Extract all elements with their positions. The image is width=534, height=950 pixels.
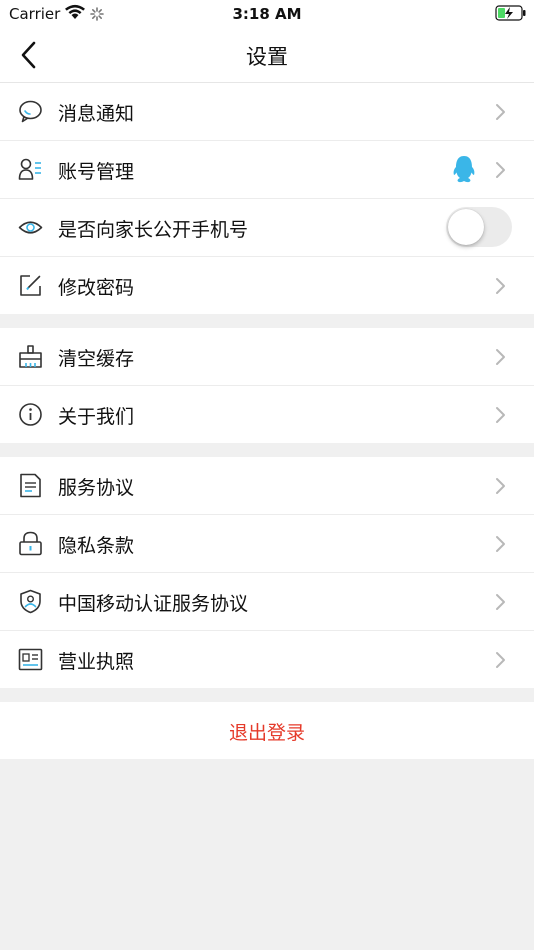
business-license-label: 营业执照 bbox=[58, 651, 135, 673]
toggle-knob bbox=[448, 209, 484, 245]
privacy-policy-label: 隐私条款 bbox=[58, 535, 135, 557]
change-password-label: 修改密码 bbox=[58, 277, 135, 299]
shield-user-icon bbox=[20, 589, 41, 614]
about-us-row[interactable]: 关于我们 bbox=[0, 386, 534, 443]
chevron-right-icon bbox=[496, 407, 505, 423]
document-icon bbox=[20, 473, 41, 498]
service-agreement-row[interactable]: 服务协议 bbox=[0, 457, 534, 515]
phone-visibility-toggle[interactable] bbox=[446, 207, 512, 247]
logout-label: 退出登录 bbox=[228, 722, 305, 744]
page-title: 设置 bbox=[246, 45, 288, 69]
service-agreement-label: 服务协议 bbox=[58, 477, 135, 499]
chevron-right-icon bbox=[496, 349, 505, 365]
status-bar: Carrier 3:18 AM bbox=[0, 0, 534, 28]
change-password-row[interactable]: 修改密码 bbox=[0, 257, 534, 314]
chevron-right-icon bbox=[496, 104, 505, 120]
eye-icon bbox=[18, 221, 43, 234]
chevron-right-icon bbox=[496, 594, 505, 610]
chevron-right-icon bbox=[496, 278, 505, 294]
status-time: 3:18 AM bbox=[232, 5, 302, 23]
id-card-icon bbox=[18, 648, 43, 671]
about-us-label: 关于我们 bbox=[58, 406, 135, 428]
chevron-right-icon bbox=[496, 652, 505, 668]
message-bubble-icon bbox=[19, 100, 42, 123]
account-user-icon bbox=[18, 158, 41, 180]
notifications-label: 消息通知 bbox=[58, 103, 135, 125]
account-management-row[interactable]: 账号管理 bbox=[0, 141, 534, 199]
edit-icon bbox=[20, 275, 41, 296]
qq-penguin-icon bbox=[453, 156, 475, 183]
clear-cache-label: 清空缓存 bbox=[58, 348, 135, 370]
logout-button[interactable]: 退出登录 bbox=[0, 702, 534, 759]
chevron-right-icon bbox=[496, 478, 505, 494]
info-icon bbox=[19, 403, 42, 426]
cmcc-auth-agreement-row[interactable]: 中国移动认证服务协议 bbox=[0, 573, 534, 631]
privacy-policy-row[interactable]: 隐私条款 bbox=[0, 515, 534, 573]
phone-visibility-label: 是否向家长公开手机号 bbox=[58, 219, 249, 241]
navigation-bar: 设置 bbox=[0, 28, 534, 83]
notifications-row[interactable]: 消息通知 bbox=[0, 83, 534, 141]
account-management-label: 账号管理 bbox=[58, 161, 135, 183]
phone-visibility-row: 是否向家长公开手机号 bbox=[0, 199, 534, 257]
chevron-right-icon bbox=[496, 536, 505, 552]
battery-charging-icon bbox=[495, 5, 526, 21]
chevron-right-icon bbox=[496, 162, 505, 178]
settings-group-account: 消息通知 账号管理 是否向家长公开手机号 修改密码 bbox=[0, 83, 534, 314]
settings-group-app: 清空缓存 关于我们 bbox=[0, 328, 534, 443]
lock-icon bbox=[19, 531, 42, 556]
business-license-row[interactable]: 营业执照 bbox=[0, 631, 534, 688]
clear-cache-row[interactable]: 清空缓存 bbox=[0, 328, 534, 386]
settings-group-legal: 服务协议 隐私条款 中国移动认证服务协议 营业执照 bbox=[0, 457, 534, 688]
cmcc-auth-agreement-label: 中国移动认证服务协议 bbox=[58, 593, 249, 615]
broom-icon bbox=[19, 345, 42, 368]
